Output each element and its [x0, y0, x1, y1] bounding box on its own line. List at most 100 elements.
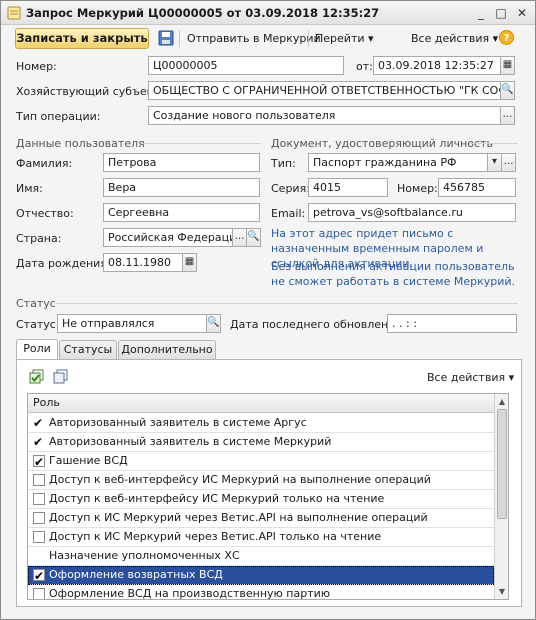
role-checkbox[interactable]: ✔	[33, 435, 45, 449]
search-icon[interactable]: 🔍	[246, 228, 261, 247]
calendar-icon[interactable]: ▦	[182, 253, 197, 272]
chevron-down-icon[interactable]: ▾	[487, 153, 502, 172]
date-field[interactable]: 03.09.2018 12:35:27	[373, 56, 501, 75]
section-divider	[141, 143, 261, 144]
role-label: Доступ к веб-интерфейсу ИС Меркурий толь…	[49, 492, 385, 505]
toolbar-separator	[308, 30, 309, 47]
table-row[interactable]: ✔ Оформление ВСД на производственную парт…	[28, 585, 494, 600]
request-window: Запрос Меркурий Ц00000005 от 03.09.2018 …	[0, 0, 536, 620]
email-field[interactable]: petrova_vs@softbalance.ru	[308, 203, 516, 222]
firstname-field[interactable]: Вера	[103, 178, 260, 197]
status-field[interactable]: Не отправлялся	[57, 314, 207, 333]
subject-label: Хозяйствующий субъект:	[16, 85, 164, 98]
role-checkbox[interactable]: ✔	[33, 550, 45, 562]
scroll-down-icon[interactable]: ▼	[496, 585, 508, 598]
select-button[interactable]: …	[501, 153, 516, 172]
table-row[interactable]: ✔ Доступ к веб-интерфейсу ИС Меркурий тол…	[28, 490, 494, 509]
table-row[interactable]: ✔ Авторизованный заявитель в системе Аргу…	[28, 414, 494, 433]
checkmark-icon: ✔	[34, 455, 45, 469]
role-checkbox[interactable]: ✔	[33, 569, 45, 583]
select-button[interactable]: …	[232, 228, 247, 247]
table-row[interactable]: ✔ Оформление возвратных ВСД	[28, 566, 494, 585]
status-label: Статус:	[16, 318, 60, 331]
updated-field[interactable]: . . : :	[387, 314, 517, 333]
role-label: Оформление возвратных ВСД	[49, 568, 223, 581]
role-checkbox[interactable]: ✔	[33, 512, 45, 524]
roles-all-actions-menu[interactable]: Все действия ▾	[427, 371, 514, 384]
role-label: Оформление ВСД на производственную парти…	[49, 587, 331, 600]
checkmark-icon: ✔	[33, 416, 44, 430]
date-label: от:	[356, 60, 373, 73]
all-actions-menu[interactable]: Все действия ▾	[411, 32, 498, 45]
tab-statuses[interactable]: Статусы	[59, 340, 117, 360]
checkmark-icon: ✔	[33, 435, 44, 449]
role-checkbox[interactable]: ✔	[33, 588, 45, 599]
role-label: Гашение ВСД	[49, 454, 128, 467]
series-label: Серия:	[271, 182, 310, 195]
calendar-icon[interactable]: ▦	[500, 56, 515, 75]
subject-field[interactable]: ОБЩЕСТВО С ОГРАНИЧЕННОЙ ОТВЕТСТВЕННОСТЬЮ…	[148, 81, 501, 100]
role-label: Доступ к ИС Меркурий через Ветис.API тол…	[49, 530, 382, 543]
roles-panel: Все действия ▾ Роль ✔ Авторизованный заяв…	[16, 359, 522, 607]
number-field[interactable]: Ц00000005	[148, 56, 344, 75]
email-label: Email:	[271, 207, 306, 220]
lastname-field[interactable]: Петрова	[103, 153, 260, 172]
middlename-label: Отчество:	[16, 207, 74, 220]
activation-note: Без выполнения активации пользователь не…	[271, 260, 516, 288]
doctype-field[interactable]: Паспорт гражданина РФ	[308, 153, 488, 172]
table-row[interactable]: ✔ Доступ к ИС Меркурий через Ветис.API то…	[28, 528, 494, 547]
series-field[interactable]: 4015	[308, 178, 388, 197]
search-icon[interactable]: 🔍	[206, 314, 221, 333]
roles-column-header[interactable]: Роль	[28, 394, 496, 413]
middlename-field[interactable]: Сергеевна	[103, 203, 260, 222]
scroll-thumb[interactable]	[497, 409, 507, 519]
check-all-icon[interactable]	[29, 369, 45, 385]
window-title: Запрос Меркурий Ц00000005 от 03.09.2018 …	[26, 6, 380, 20]
document-icon	[7, 6, 21, 20]
checkmark-icon: ✔	[34, 569, 45, 583]
close-button[interactable]: ✕	[514, 5, 530, 21]
document-section-title: Документ, удостоверяющий личность	[271, 137, 493, 150]
role-checkbox[interactable]: ✔	[33, 474, 45, 486]
goto-menu[interactable]: Перейти ▾	[315, 32, 374, 45]
scroll-up-icon[interactable]: ▲	[496, 395, 508, 408]
docnumber-field[interactable]: 456785	[438, 178, 516, 197]
table-row[interactable]: ✔ Назначение уполномоченных ХС	[28, 547, 494, 566]
role-label: Доступ к веб-интерфейсу ИС Меркурий на в…	[49, 473, 431, 486]
tab-roles[interactable]: Роли	[16, 339, 58, 360]
role-checkbox[interactable]: ✔	[33, 493, 45, 505]
save-icon[interactable]	[158, 30, 174, 46]
select-button[interactable]: …	[500, 106, 515, 125]
toolbar: Записать и закрыть Отправить в Меркурий …	[1, 25, 535, 51]
role-checkbox[interactable]: ✔	[33, 416, 45, 430]
updated-label: Дата последнего обновления:	[230, 318, 406, 331]
role-checkbox[interactable]: ✔	[33, 531, 45, 543]
section-divider	[469, 143, 518, 144]
title-bar[interactable]: Запрос Меркурий Ц00000005 от 03.09.2018 …	[1, 1, 535, 25]
table-row[interactable]: ✔ Доступ к веб-интерфейсу ИС Меркурий на …	[28, 471, 494, 490]
optype-field[interactable]: Создание нового пользователя	[148, 106, 501, 125]
role-label: Назначение уполномоченных ХС	[49, 549, 240, 562]
roles-table: Роль ✔ Авторизованный заявитель в системе…	[27, 393, 509, 600]
role-label: Авторизованный заявитель в системе Аргус	[49, 416, 307, 429]
role-checkbox[interactable]: ✔	[33, 455, 45, 469]
save-and-close-button[interactable]: Записать и закрыть	[15, 28, 149, 49]
table-row[interactable]: ✔ Доступ к ИС Меркурий через Ветис.API на…	[28, 509, 494, 528]
table-row[interactable]: ✔ Авторизованный заявитель в системе Мерк…	[28, 433, 494, 452]
uncheck-all-icon[interactable]	[53, 369, 69, 385]
vertical-scrollbar[interactable]: ▲ ▼	[494, 394, 508, 599]
send-to-mercury-button[interactable]: Отправить в Меркурий	[187, 32, 321, 45]
help-icon[interactable]: ?	[499, 30, 514, 45]
tab-additional[interactable]: Дополнительно	[118, 340, 216, 360]
birth-field[interactable]: 08.11.1980	[103, 253, 183, 272]
docnumber-label: Номер:	[397, 182, 438, 195]
country-field[interactable]: Российская Федерация	[103, 228, 233, 247]
table-row[interactable]: ✔ Гашение ВСД	[28, 452, 494, 471]
status-section-title: Статус	[16, 297, 56, 310]
minimize-button[interactable]: _	[473, 5, 489, 21]
firstname-label: Имя:	[16, 182, 43, 195]
country-label: Страна:	[16, 232, 62, 245]
lastname-label: Фамилия:	[16, 157, 73, 170]
search-icon[interactable]: 🔍	[500, 81, 515, 100]
maximize-button[interactable]: □	[493, 5, 509, 21]
